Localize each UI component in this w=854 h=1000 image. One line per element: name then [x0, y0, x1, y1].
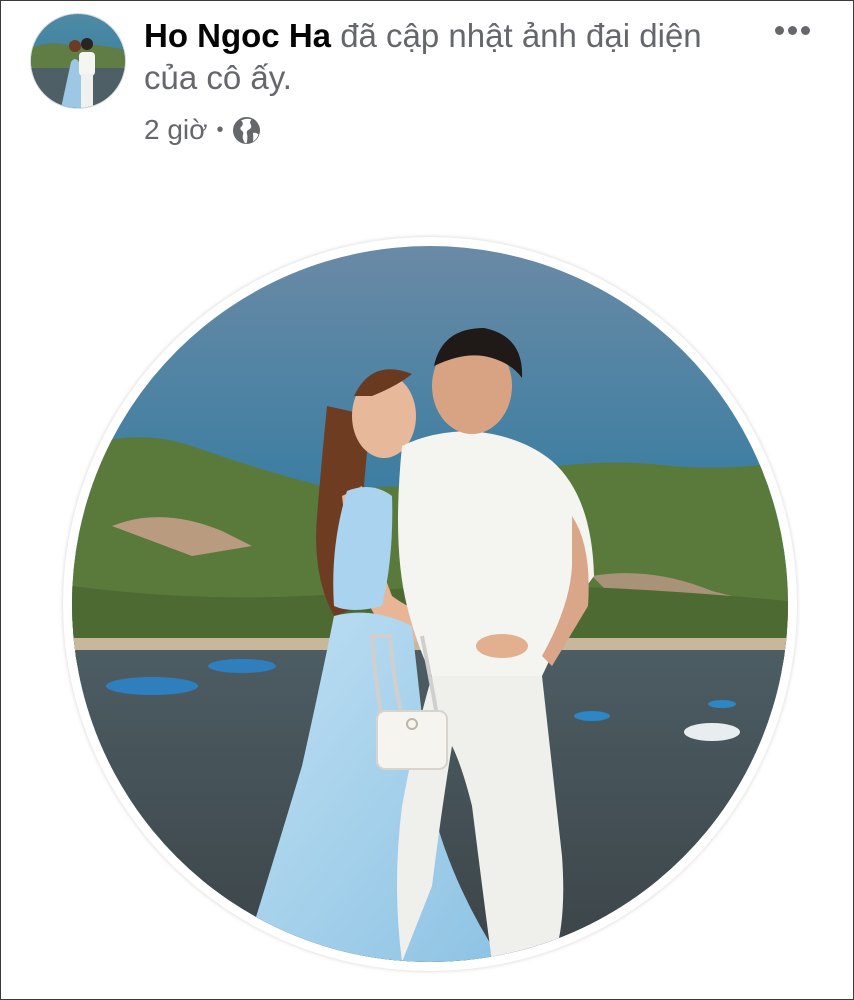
meta-separator: •	[216, 119, 224, 141]
author-name-link[interactable]: Ho Ngoc Ha	[144, 17, 331, 54]
more-horizontal-icon	[773, 25, 812, 35]
post-timestamp[interactable]: 2 giờ	[144, 114, 208, 146]
profile-photo[interactable]	[63, 237, 797, 971]
author-avatar[interactable]	[30, 13, 126, 109]
profile-photo-image	[72, 246, 788, 962]
more-options-button[interactable]	[765, 13, 819, 47]
post-meta: 2 giờ •	[144, 111, 261, 149]
post-card: Ho Ngoc Ha đã cập nhật ảnh đại diện của …	[0, 0, 854, 1000]
globe-icon[interactable]	[232, 116, 261, 145]
post-header: Ho Ngoc Ha đã cập nhật ảnh đại diện của …	[144, 15, 754, 99]
